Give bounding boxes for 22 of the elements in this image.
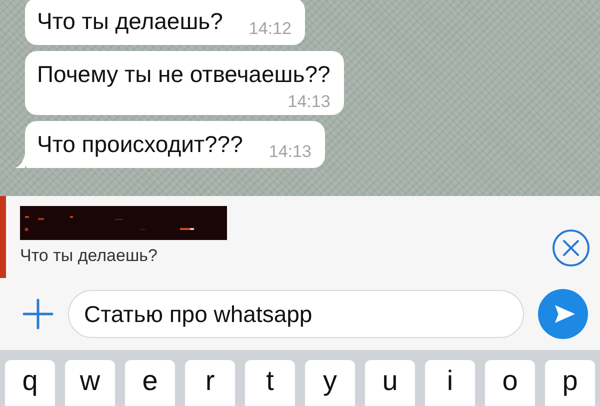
keyboard-key[interactable]: i xyxy=(425,360,475,406)
close-icon[interactable] xyxy=(552,229,590,267)
message-time: 14:13 xyxy=(268,142,312,162)
message-input-field[interactable]: Статью про whatsapp xyxy=(68,290,524,338)
keyboard-key[interactable]: u xyxy=(365,360,415,406)
plus-icon[interactable] xyxy=(22,298,54,330)
keyboard-key[interactable]: q xyxy=(5,360,55,406)
keyboard-key[interactable]: w xyxy=(65,360,115,406)
message-text: Что ты делаешь? xyxy=(37,7,223,35)
keyboard-key[interactable]: e xyxy=(125,360,175,406)
keyboard-key[interactable]: r xyxy=(185,360,235,406)
message-time: 14:13 xyxy=(288,92,330,112)
message-text: Почему ты не отвечаешь?? xyxy=(37,60,330,88)
send-button[interactable] xyxy=(538,289,588,339)
quoted-message: Что ты делаешь? xyxy=(20,245,158,267)
keyboard-key[interactable]: o xyxy=(485,360,535,406)
keyboard-key[interactable]: t xyxy=(245,360,295,406)
message-time: 14:12 xyxy=(248,19,292,39)
keyboard-key[interactable]: y xyxy=(305,360,355,406)
send-icon xyxy=(554,305,574,323)
message-text: Что происходит??? xyxy=(37,130,243,158)
keyboard-key[interactable]: p xyxy=(545,360,595,406)
